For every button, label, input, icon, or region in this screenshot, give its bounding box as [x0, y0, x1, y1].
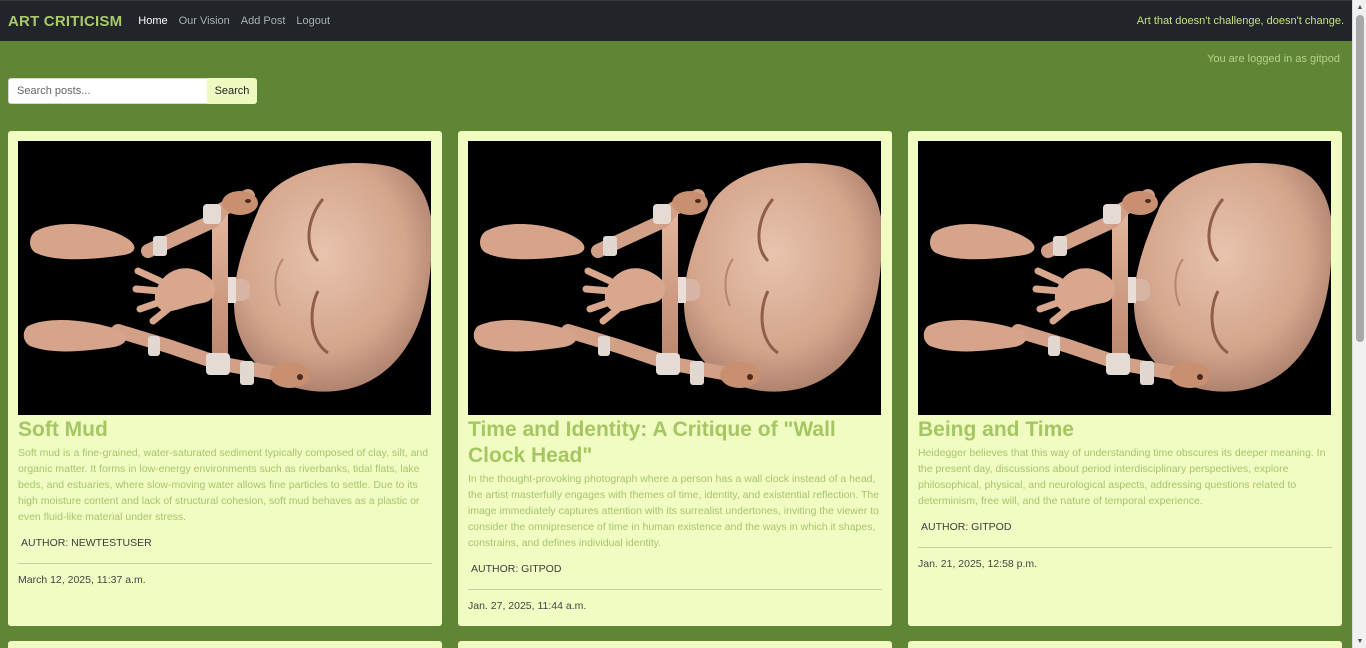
scrollbar-thumb[interactable]	[1356, 15, 1364, 342]
post-excerpt: In the thought-provoking photograph wher…	[468, 473, 880, 549]
scroll-down-arrow-icon[interactable]: ▼	[1353, 634, 1366, 648]
nav-link-logout[interactable]: Logout	[296, 15, 330, 27]
post-excerpt: Soft mud is a fine-grained, water-satura…	[18, 447, 429, 523]
search-form: Search	[8, 78, 257, 104]
post-excerpt: Heidegger believes that this way of unde…	[918, 447, 1326, 507]
card-divider	[468, 589, 882, 590]
card-divider	[918, 547, 1332, 548]
post-card[interactable]: Time and Identity: A Critique of "Wall C…	[458, 131, 892, 626]
card-divider	[18, 563, 432, 564]
search-input[interactable]	[8, 78, 207, 104]
brand-logo-link[interactable]: ART CRITICISM	[8, 13, 122, 30]
post-title[interactable]: Time and Identity: A Critique of "Wall C…	[468, 417, 882, 469]
post-date: March 12, 2025, 11:37 a.m.	[18, 574, 146, 586]
page-scrollbar[interactable]: ▲ ▼	[1352, 0, 1366, 648]
post-author: AUTHOR: GITPOD	[921, 521, 1012, 533]
post-author: AUTHOR: NEWTESTUSER	[21, 537, 152, 549]
post-image[interactable]	[918, 141, 1331, 415]
post-card[interactable]: Soft Mud Soft mud is a fine-grained, wat…	[8, 131, 442, 626]
post-image[interactable]	[468, 141, 881, 415]
post-card-next-row[interactable]	[908, 641, 1342, 648]
post-title[interactable]: Being and Time	[918, 417, 1332, 443]
post-author: AUTHOR: GITPOD	[471, 563, 562, 575]
search-button[interactable]: Search	[207, 78, 257, 104]
nav-link-home[interactable]: Home	[138, 15, 167, 27]
post-date: Jan. 21, 2025, 12:58 p.m.	[918, 558, 1038, 570]
top-navbar: ART CRITICISM Home Our Vision Add Post L…	[0, 0, 1352, 41]
site-tagline: Art that doesn't challenge, doesn't chan…	[1136, 15, 1344, 27]
post-card-next-row[interactable]	[8, 641, 442, 648]
post-image[interactable]	[18, 141, 431, 415]
post-title[interactable]: Soft Mud	[18, 417, 432, 443]
login-status-text: You are logged in as gitpod	[1207, 53, 1340, 65]
post-card-next-row[interactable]	[458, 641, 892, 648]
scroll-up-arrow-icon[interactable]: ▲	[1353, 0, 1366, 14]
nav-link-add-post[interactable]: Add Post	[241, 15, 286, 27]
nav-link-our-vision[interactable]: Our Vision	[179, 15, 230, 27]
post-card[interactable]: Being and Time Heidegger believes that t…	[908, 131, 1342, 626]
post-date: Jan. 27, 2025, 11:44 a.m.	[468, 600, 587, 612]
